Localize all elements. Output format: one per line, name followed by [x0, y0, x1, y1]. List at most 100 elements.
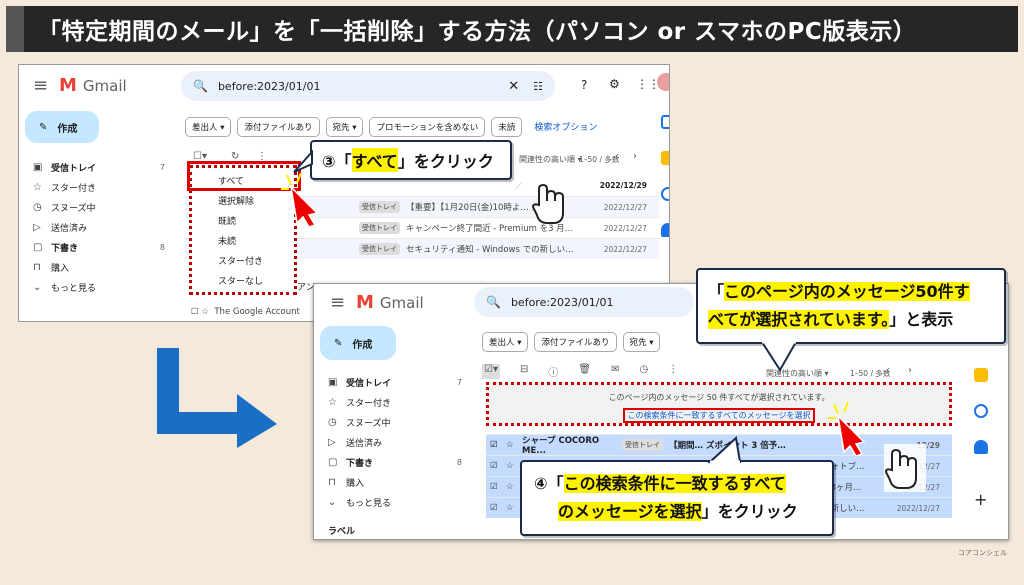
sidebar-item-starred[interactable]: ☆ スター付き	[33, 177, 165, 197]
filter-chip-promotions[interactable]: プロモーションを含めない	[369, 117, 486, 137]
sidebar-item-drafts[interactable]: ▢ 下書き 8	[328, 452, 462, 472]
contacts-icon[interactable]	[974, 440, 988, 454]
keep-icon[interactable]	[661, 151, 669, 165]
star-icon: ☆	[33, 181, 42, 193]
table-row[interactable]: ☐ ☆ The Google Account	[191, 307, 300, 317]
checkbox-icon[interactable]: ☑	[490, 461, 506, 471]
select-checkbox[interactable]: ☑▾	[482, 364, 500, 379]
filter-options-icon[interactable]: ☷	[533, 80, 543, 93]
sidebar-item-label: 送信済み	[346, 438, 383, 449]
hand-pointer-icon	[884, 444, 926, 492]
callout-tail: 」をクリック	[701, 502, 798, 521]
sidebar-item-snoozed[interactable]: ◷ スヌーズ中	[33, 197, 165, 217]
tasks-icon[interactable]	[974, 404, 988, 418]
sort-order[interactable]: 関連性の高い順 ▾	[519, 154, 582, 165]
row-fragment: アン	[297, 283, 315, 293]
sidebar-item-more[interactable]: ⌄ もっと見る	[33, 277, 165, 297]
prev-page-icon[interactable]: ‹	[886, 365, 890, 376]
next-page-icon[interactable]: ›	[908, 365, 912, 376]
sidebar-item-label: 受信トレイ	[51, 163, 97, 174]
filter-chip-attachment[interactable]: 添付ファイルあり	[237, 117, 320, 137]
sidebar-item-inbox[interactable]: ▣ 受信トレイ 7	[33, 157, 165, 177]
gmail-m-icon: M	[59, 75, 77, 96]
labels-heading: ラベル	[328, 526, 356, 537]
row-date: 2022/12/27	[896, 503, 940, 513]
pencil-icon: ✎	[39, 121, 48, 133]
star-icon[interactable]: ☆	[506, 440, 522, 450]
inbox-icon: ▣	[328, 376, 338, 388]
help-icon[interactable]: ?	[581, 78, 587, 92]
menu-item-starred[interactable]: スター付き	[192, 250, 294, 270]
checkbox-icon[interactable]: ☑	[490, 440, 506, 450]
checkbox-icon[interactable]: ☐	[191, 307, 199, 317]
sidebar-item-starred[interactable]: ☆ スター付き	[328, 392, 462, 412]
contacts-icon[interactable]	[661, 223, 669, 237]
clear-search-icon[interactable]: ✕	[508, 79, 519, 94]
gmail-logo[interactable]: M Gmail	[356, 292, 424, 313]
add-addon-icon[interactable]: +	[974, 490, 987, 509]
callout-pointer	[760, 342, 798, 372]
menu-item-unstarred[interactable]: スターなし	[192, 270, 294, 290]
row-label: 受信トレイ	[359, 222, 400, 234]
callout-step4-number: ④「	[534, 474, 564, 493]
star-icon[interactable]: ☆	[506, 461, 514, 471]
sidebar-item-more[interactable]: ⌄ もっと見る	[328, 492, 462, 512]
page-title: 「特定期間のメール」を「一括削除」する方法（パソコン or スマホのPC版表示）	[38, 19, 917, 45]
callout-pointer	[293, 150, 313, 173]
compose-button[interactable]: ✎ 作成	[320, 326, 396, 360]
star-icon[interactable]: ☆	[506, 482, 514, 492]
filter-chip-unread[interactable]: 未読	[491, 117, 523, 137]
draft-icon: ▢	[328, 456, 338, 468]
filter-chip-to[interactable]: 宛先 ▾	[622, 332, 661, 352]
search-bar[interactable]: 🔍 before:2023/01/01 ✕ ☷	[181, 71, 555, 101]
search-icon[interactable]: 🔍	[193, 79, 208, 93]
search-bar[interactable]: 🔍 before:2023/01/01	[474, 287, 694, 317]
avatar[interactable]	[657, 73, 669, 91]
compose-button[interactable]: ✎ 作成	[25, 111, 99, 143]
advanced-search-link[interactable]: 検索オプション	[534, 117, 597, 137]
sidebar-item-sent[interactable]: ▷ 送信済み	[33, 217, 165, 237]
archive-icon[interactable]: ⊟	[520, 364, 528, 379]
delete-icon[interactable]: 🗑	[578, 364, 591, 379]
filter-chip-from[interactable]: 差出人 ▾	[482, 332, 529, 352]
search-icon[interactable]: 🔍	[486, 295, 501, 309]
banner-text: このページ内のメッセージ 50 件すべてが選択されています。	[608, 393, 830, 402]
select-all-link[interactable]: この検索条件に一致するすべてのメッセージを選択	[489, 408, 949, 423]
sidebar-item-purchases[interactable]: ⊓ 購入	[328, 472, 462, 492]
snooze-icon[interactable]: ◷	[639, 364, 648, 379]
calendar-icon[interactable]	[661, 115, 669, 129]
tasks-icon[interactable]	[661, 187, 669, 201]
sidebar-item-sent[interactable]: ▷ 送信済み	[328, 432, 462, 452]
move-icon[interactable]: ⋮	[668, 364, 678, 379]
sidebar-item-drafts[interactable]: ▢ 下書き 8	[33, 237, 165, 257]
compose-label: 作成	[57, 123, 78, 135]
select-all-link-label[interactable]: この検索条件に一致するすべてのメッセージを選択	[622, 408, 816, 423]
star-icon[interactable]: ☆	[506, 503, 514, 513]
callout-highlight-line1: この検索条件に一致するすべて	[563, 474, 786, 493]
search-input[interactable]: before:2023/01/01	[218, 80, 321, 93]
filter-chip-to[interactable]: 宛先 ▾	[325, 117, 364, 137]
menu-icon[interactable]: ≡	[33, 75, 48, 96]
mark-read-icon[interactable]: ✉	[611, 364, 619, 379]
filter-chip-attachment[interactable]: 添付ファイルあり	[534, 332, 617, 352]
checkbox-icon[interactable]: ☑	[490, 503, 506, 513]
menu-item-deselect[interactable]: 選択解除	[192, 190, 294, 210]
draft-count: 8	[456, 457, 462, 467]
sidebar-item-snoozed[interactable]: ◷ スヌーズ中	[328, 412, 462, 432]
filter-chip-from[interactable]: 差出人 ▾	[185, 117, 232, 137]
keep-icon[interactable]	[974, 368, 988, 382]
report-spam-icon[interactable]: ⓘ	[548, 364, 558, 379]
menu-item-unread[interactable]: 未読	[192, 230, 294, 250]
menu-icon[interactable]: ≡	[330, 292, 345, 313]
sidebar-item-label: スター付き	[346, 398, 392, 409]
prev-page-icon[interactable]: ‹	[615, 151, 619, 162]
sidebar-item-purchases[interactable]: ⊓ 購入	[33, 257, 165, 277]
gmail-logo[interactable]: M Gmail	[59, 75, 127, 96]
sidebar-item-inbox[interactable]: ▣ 受信トレイ 7	[328, 372, 462, 392]
checkbox-icon[interactable]: ☑	[490, 482, 506, 492]
search-input[interactable]: before:2023/01/01	[511, 296, 614, 309]
next-page-icon[interactable]: ›	[633, 151, 637, 162]
menu-item-read[interactable]: 既読	[192, 210, 294, 230]
star-icon[interactable]: ☆	[201, 307, 209, 317]
gear-icon[interactable]: ⚙	[609, 77, 620, 91]
